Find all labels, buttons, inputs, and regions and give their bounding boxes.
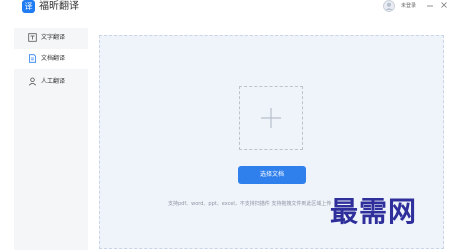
minimize-icon[interactable] <box>426 2 434 10</box>
watermark: 最需网 <box>330 195 418 228</box>
sidebar: 文字翻译 文档翻译 人工翻译 <box>14 28 88 250</box>
sidebar-item-label: 文字翻译 <box>41 34 66 41</box>
file-drop-zone[interactable] <box>239 86 303 150</box>
text-icon <box>28 33 37 42</box>
close-icon[interactable] <box>440 1 448 9</box>
sidebar-item-label: 文档翻译 <box>41 55 66 62</box>
person-icon <box>28 77 37 86</box>
title-bar: 译 福昕翻译 未登录 <box>0 0 466 18</box>
plus-icon <box>261 108 281 128</box>
sidebar-item-text-translate[interactable]: 文字翻译 <box>14 28 88 48</box>
sidebar-item-human-translate[interactable]: 人工翻译 <box>14 72 88 92</box>
app-logo: 译 <box>22 0 35 13</box>
avatar-icon[interactable] <box>382 0 396 12</box>
document-icon <box>29 54 36 63</box>
login-status[interactable]: 未登录 <box>401 2 416 10</box>
select-document-button[interactable]: 选择文档 <box>238 166 306 184</box>
app-name: 福昕翻译 <box>39 1 79 12</box>
sidebar-item-label: 人工翻译 <box>41 78 66 85</box>
sidebar-item-document-translate[interactable]: 文档翻译 <box>14 49 88 69</box>
